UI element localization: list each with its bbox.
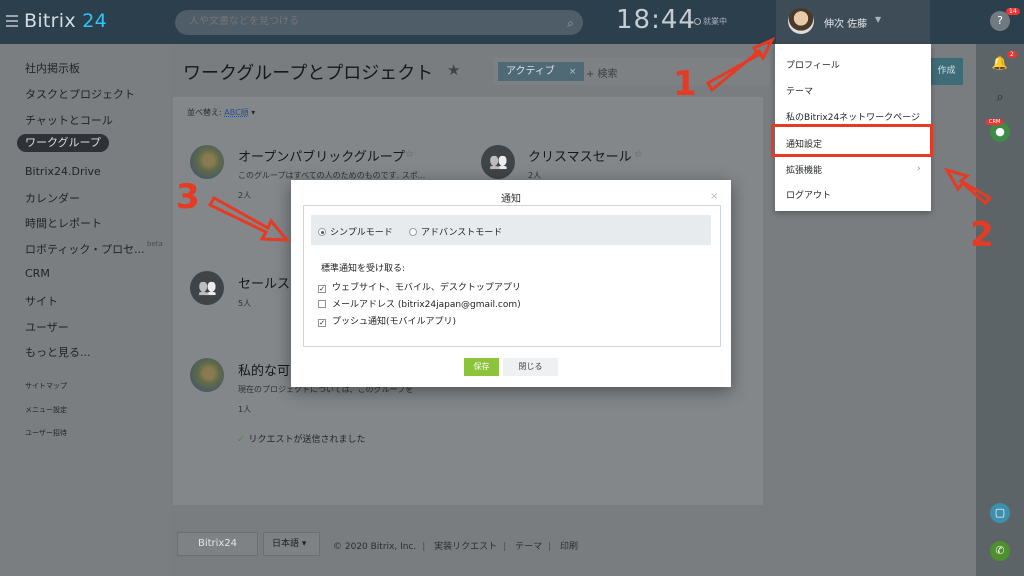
annotation-arrows [207, 36, 993, 242]
annotation-number-1: 1 [673, 64, 697, 104]
arrow-1 [705, 36, 776, 93]
annotation-number-2: 2 [970, 215, 994, 255]
arrow-3 [207, 195, 291, 242]
arrow-2 [943, 167, 993, 206]
annotation-number-3: 3 [176, 177, 200, 217]
